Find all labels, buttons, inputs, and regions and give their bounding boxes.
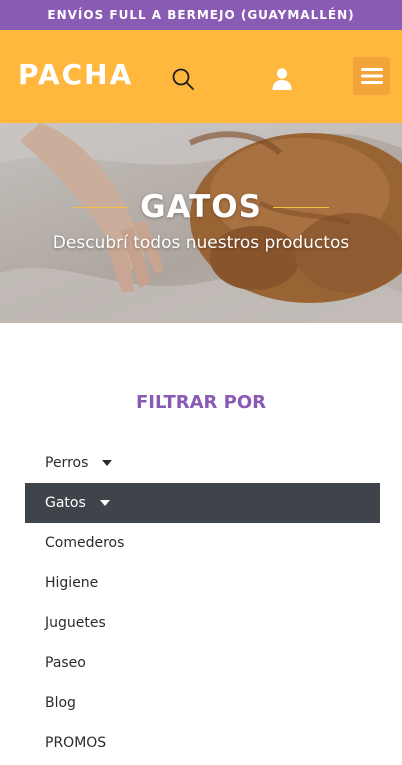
page-title: GATOS xyxy=(140,189,262,225)
caret-down-icon[interactable] xyxy=(99,500,110,506)
category-filter-list: Perros Gatos Comederos Higiene Juguetes … xyxy=(25,443,380,763)
user-icon[interactable] xyxy=(269,66,295,92)
caret-down-icon[interactable] xyxy=(102,460,113,466)
search-icon[interactable] xyxy=(170,66,196,92)
category-item-gatos[interactable]: Gatos xyxy=(25,483,380,523)
category-item-label: Paseo xyxy=(45,655,86,671)
category-item-blog[interactable]: Blog xyxy=(25,683,380,723)
hero-title-row: GATOS xyxy=(0,187,402,227)
category-item-promos[interactable]: PROMOS xyxy=(25,723,380,763)
category-hero-banner: GATOS Descubrí todos nuestros productos xyxy=(0,123,402,323)
category-item-label: Higiene xyxy=(45,575,99,591)
category-item-juguetes[interactable]: Juguetes xyxy=(25,603,380,643)
category-item-label: Blog xyxy=(45,695,76,711)
filter-heading: FILTRAR POR xyxy=(135,392,267,413)
category-item-comederos[interactable]: Comederos xyxy=(25,523,380,563)
announcement-text: ENVÍOS FULL A BERMEJO (GUAYMALLÉN) xyxy=(47,8,355,22)
category-item-label: Gatos xyxy=(45,495,86,511)
category-item-label: Juguetes xyxy=(45,615,106,631)
category-item-perros[interactable]: Perros xyxy=(25,443,380,483)
hero-decorative-line-right xyxy=(272,206,329,208)
announcement-bar: ENVÍOS FULL A BERMEJO (GUAYMALLÉN) xyxy=(0,0,402,30)
hamburger-menu-icon[interactable] xyxy=(353,57,390,95)
category-item-paseo[interactable]: Paseo xyxy=(25,643,380,683)
category-item-label: Comederos xyxy=(45,535,125,551)
hero-decorative-line-left xyxy=(73,206,130,208)
site-logo[interactable]: PACHA xyxy=(18,58,133,92)
category-item-label: PROMOS xyxy=(45,735,107,751)
category-item-label: Perros xyxy=(45,455,89,471)
site-header: PACHA xyxy=(0,30,402,123)
category-item-higiene[interactable]: Higiene xyxy=(25,563,380,603)
page-subtitle: Descubrí todos nuestros productos xyxy=(52,233,350,253)
